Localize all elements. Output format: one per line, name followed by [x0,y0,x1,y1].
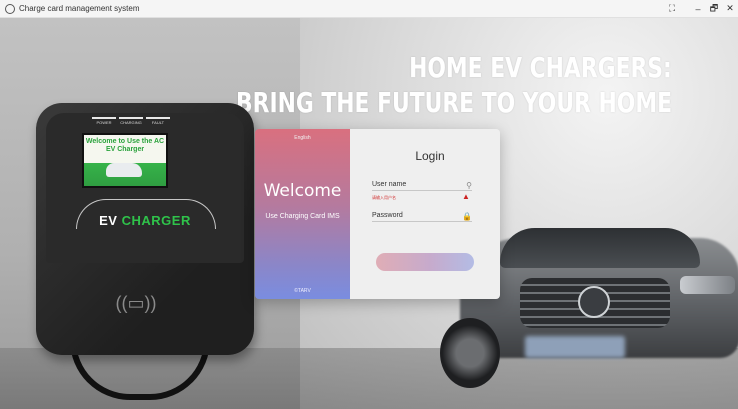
window-titlebar: Charge card management system ⛶ – 🗗 ✕ [0,0,738,18]
restore-button[interactable]: 🗗 [706,1,722,17]
brand-label: ©TARV [294,288,311,294]
ev-charger-device: POWER CHARGING FAULT Welcome to Use the … [36,103,254,355]
car-emblem-icon [578,286,610,318]
language-selector[interactable]: English [255,135,350,141]
username-field[interactable]: User name ⚲ [372,181,472,191]
welcome-panel: English Welcome Use Charging Card IMS ©T… [255,129,350,299]
user-icon: ⚲ [466,181,472,190]
minimize-button[interactable]: – [690,4,706,14]
window-title: Charge card management system [19,4,140,13]
login-title: Login [415,149,445,163]
app-logo-icon [5,3,15,14]
login-dialog: English Welcome Use Charging Card IMS ©T… [255,129,500,299]
close-button[interactable]: ✕ [722,3,738,14]
username-error: 请输入用户名 [372,195,396,200]
login-button[interactable] [376,253,474,271]
welcome-heading: Welcome [263,181,342,201]
fullscreen-button[interactable]: ⛶ [664,3,680,14]
welcome-subtitle: Use Charging Card IMS [265,213,340,220]
indicator-power: POWER [92,117,116,125]
password-field[interactable]: Password 🔒 [372,212,472,222]
username-input[interactable]: User name [372,181,406,188]
indicator-charging: CHARGING [119,117,143,125]
charger-logo: EV CHARGER [99,213,191,228]
hero-headline-line2: BRING THE FUTURE TO YOUR HOME [235,86,672,119]
password-input[interactable]: Password [372,212,403,219]
indicator-lights: POWER CHARGING FAULT [92,117,170,125]
charger-screen-text: Welcome to Use the AC EV Charger [85,138,165,153]
lock-icon: 🔒 [462,212,472,221]
login-panel: Login User name ⚲ 请输入用户名 ▲ Password 🔒 [350,129,500,299]
warning-icon: ▲ [462,192,470,201]
hero-headline-line1: HOME EV CHARGERS: [409,51,672,84]
car-icon [106,163,142,177]
charger-screen: Welcome to Use the AC EV Charger [82,133,168,188]
rfid-reader-icon: ((▭)) [115,293,157,313]
indicator-fault: FAULT [146,117,170,125]
